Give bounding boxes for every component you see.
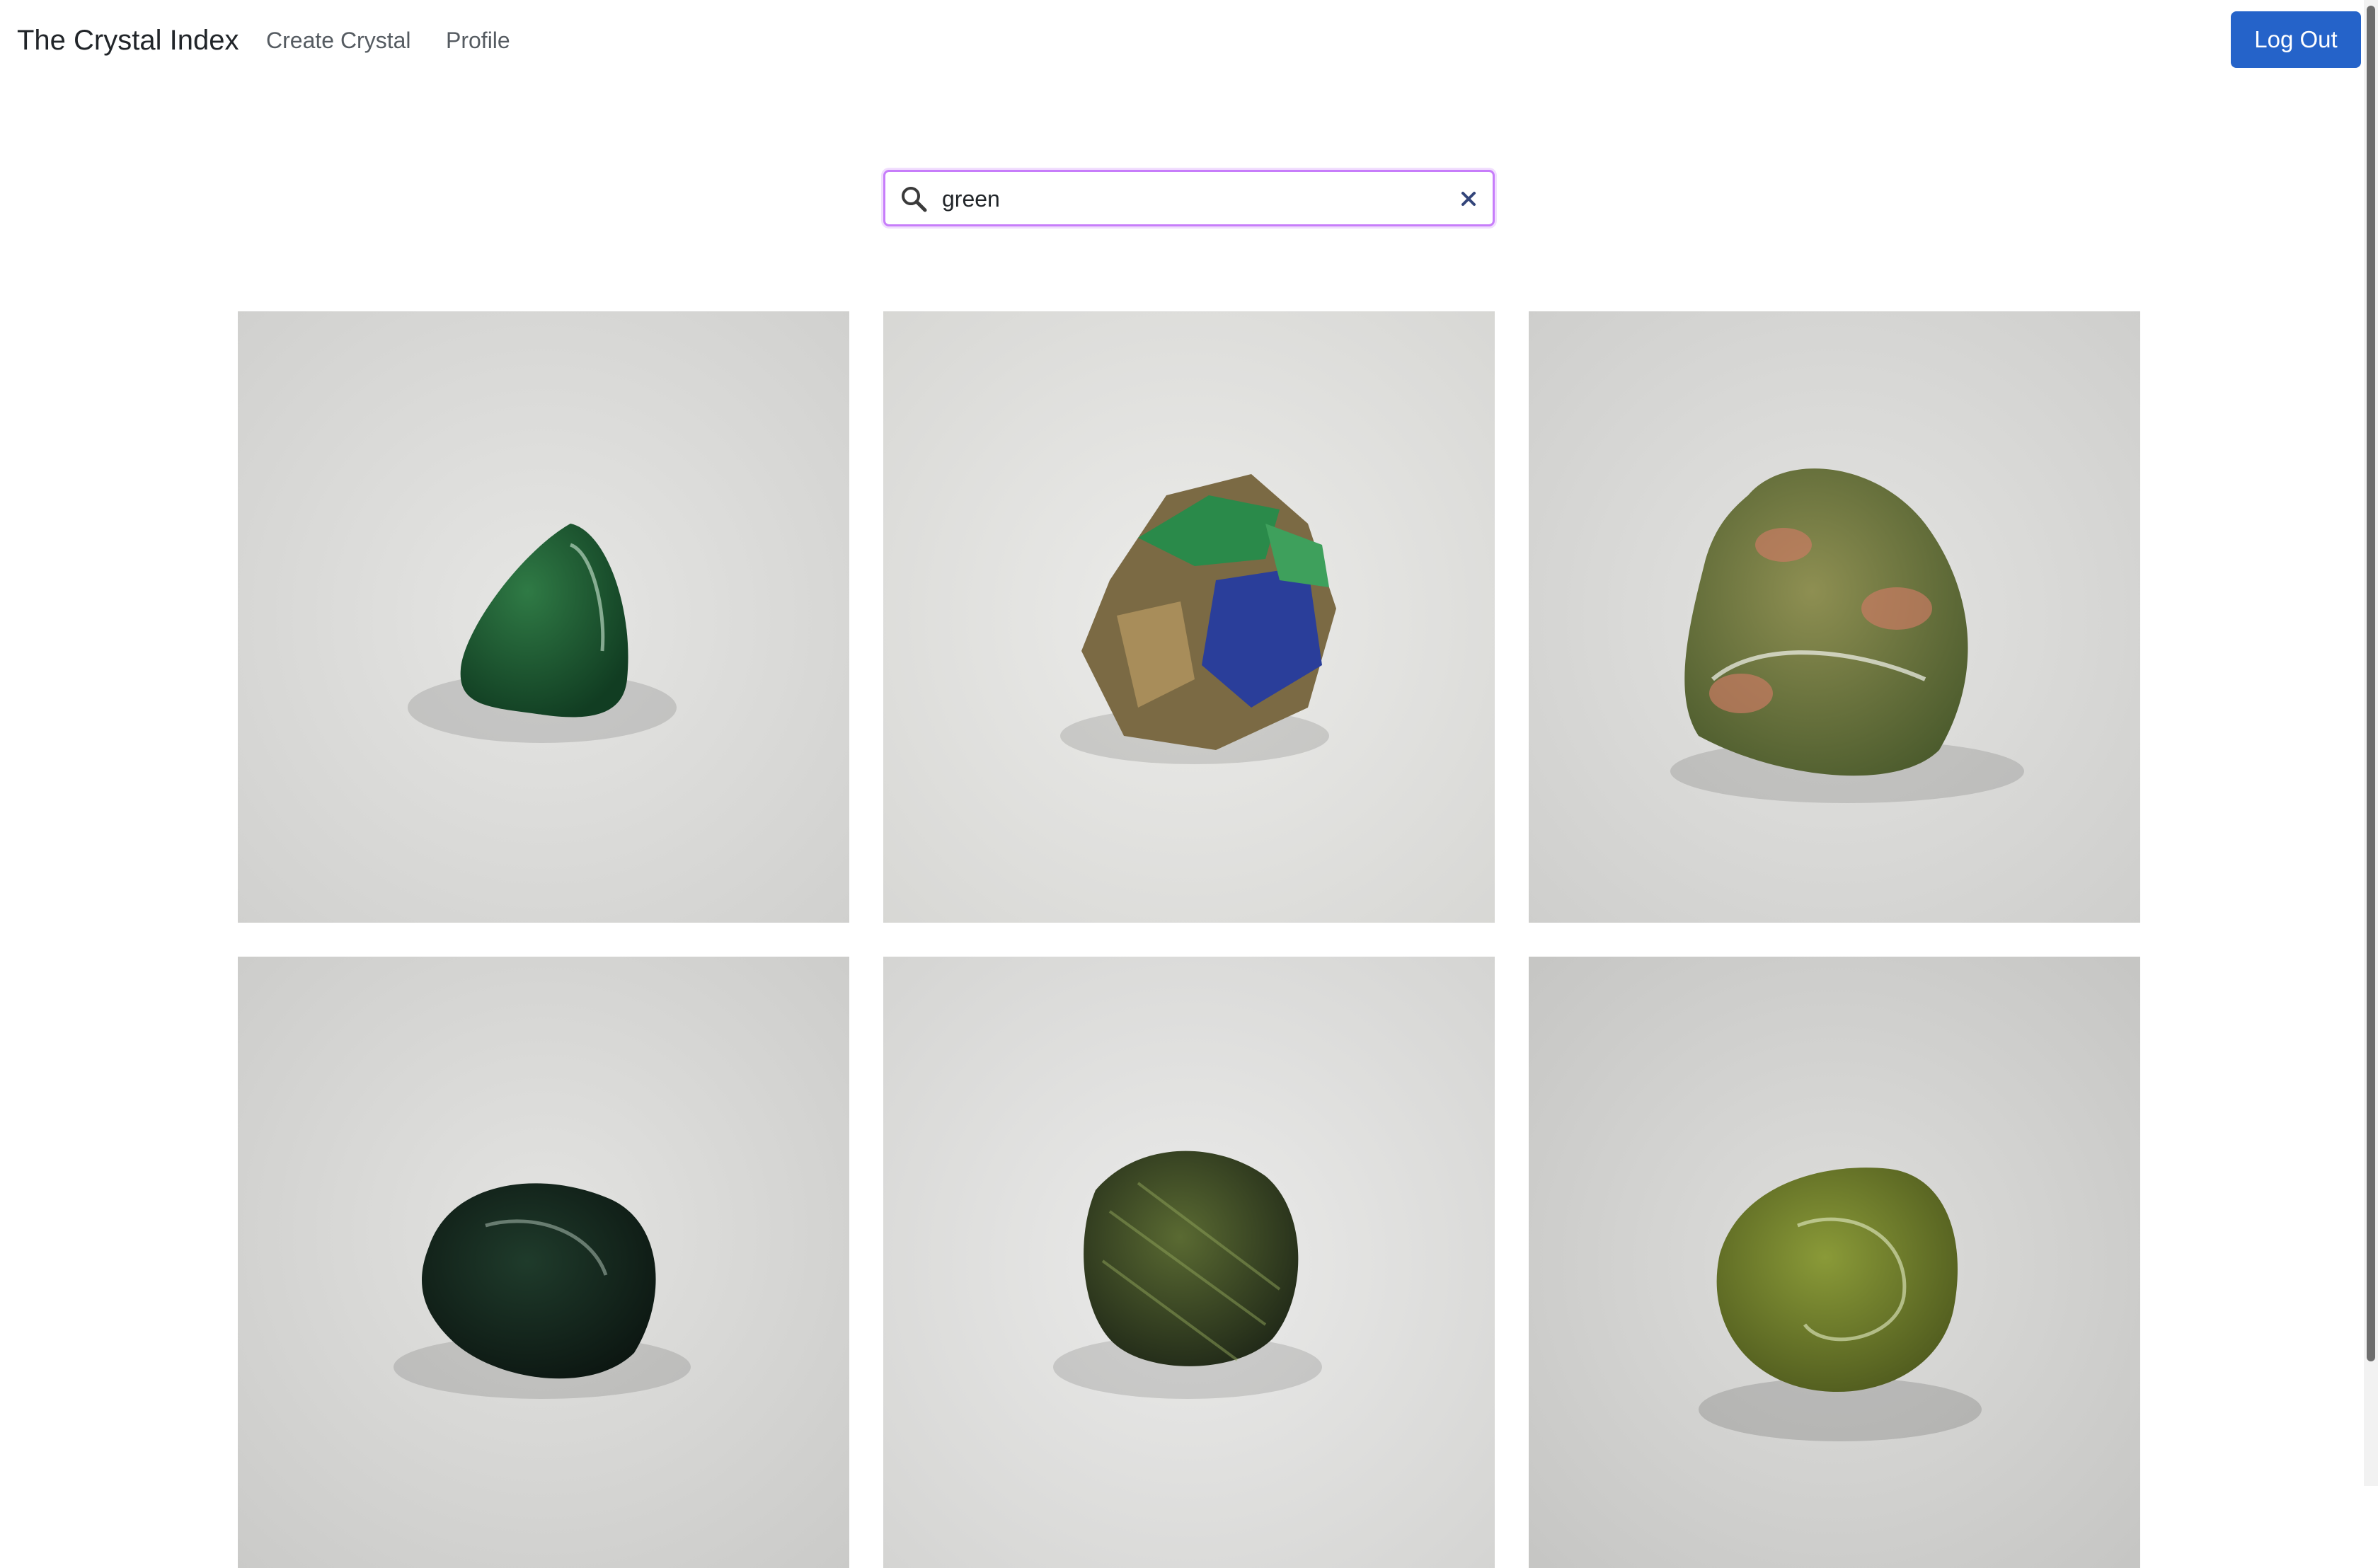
search-input[interactable] [942,182,1395,216]
crystal-image [883,957,1495,1568]
brand-title[interactable]: The Crystal Index [17,21,239,59]
nav-create-crystal[interactable]: Create Crystal [266,24,411,57]
crystal-image [238,957,849,1568]
scrollbar-thumb[interactable] [2367,6,2375,1361]
crystal-card[interactable] [238,957,849,1568]
crystal-image [883,311,1495,923]
crystal-card[interactable] [1529,311,2140,923]
search-box[interactable] [883,170,1495,226]
navbar: The Crystal Index Create Crystal Profile… [0,0,2378,81]
clear-icon[interactable] [1457,188,1480,210]
logout-button[interactable]: Log Out [2231,11,2361,68]
crystal-image [1529,957,2140,1568]
crystal-image [238,311,849,923]
search-icon [902,187,927,212]
crystal-image [1529,311,2140,923]
crystal-card[interactable] [1529,957,2140,1568]
crystal-card[interactable] [883,311,1495,923]
crystal-card[interactable] [238,311,849,923]
nav-profile[interactable]: Profile [446,24,510,57]
crystal-card[interactable] [883,957,1495,1568]
